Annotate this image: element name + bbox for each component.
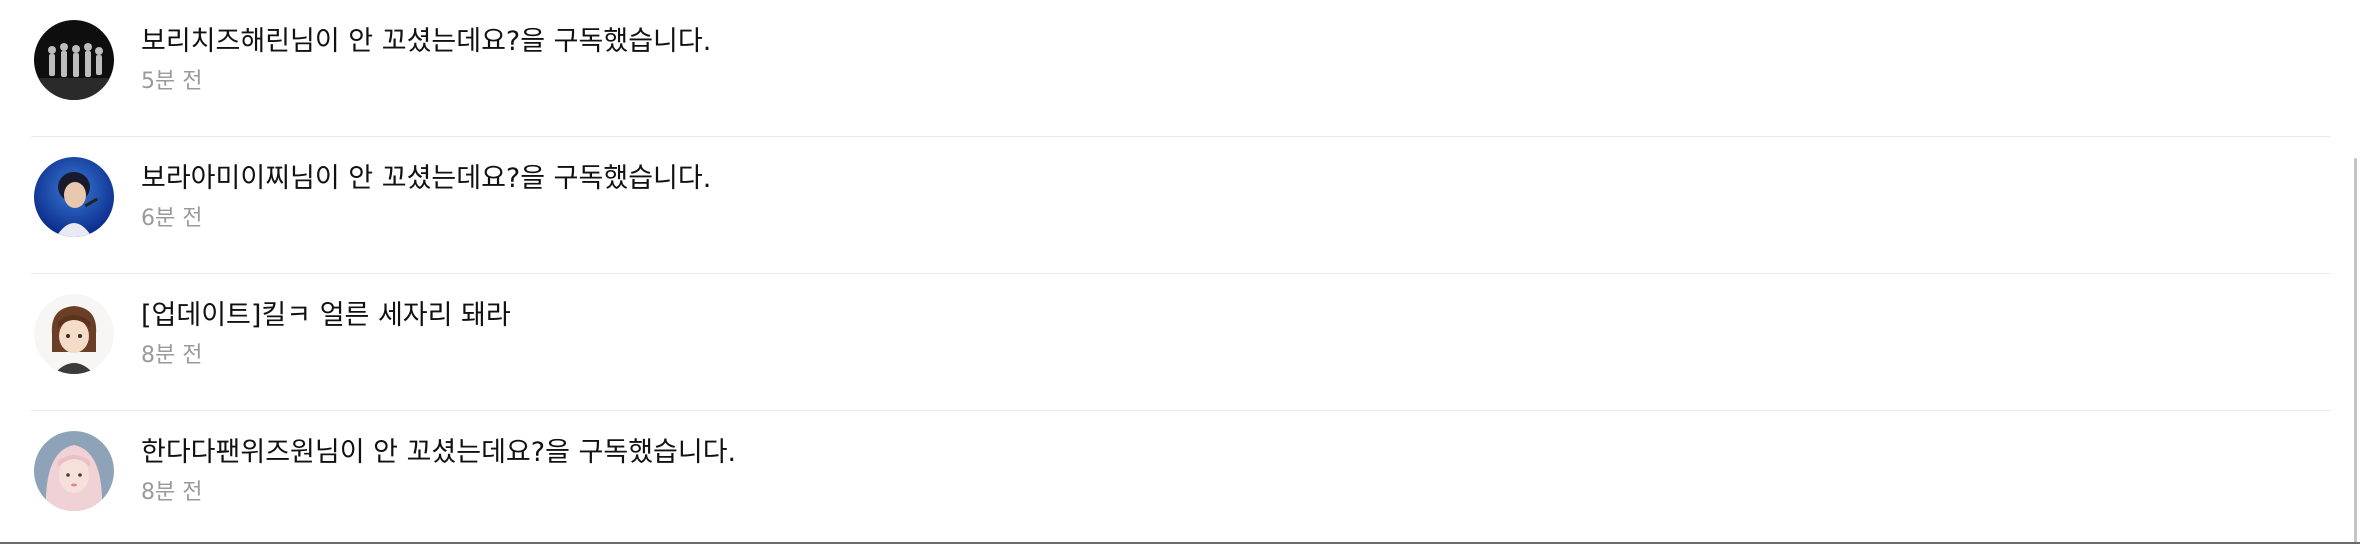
notification-time: 8분 전 bbox=[141, 477, 736, 509]
notification-message: 보리치즈해린님이 안 꼬셨는데요?을 구독했습니다. bbox=[141, 22, 711, 62]
notification-message: 보라아미이찌님이 안 꼬셨는데요?을 구독했습니다. bbox=[141, 159, 711, 199]
notification-message: 한다다팬위즈원님이 안 꼬셨는데요?을 구독했습니다. bbox=[141, 433, 736, 473]
group-photo-avatar[interactable] bbox=[34, 20, 114, 100]
notification-item[interactable]: 보리치즈해린님이 안 꼬셨는데요?을 구독했습니다. 5분 전 bbox=[31, 0, 2331, 137]
notification-message: [업데이트]킬ㅋ 얼른 세자리 돼라 bbox=[141, 296, 511, 336]
notification-time: 6분 전 bbox=[141, 203, 711, 235]
illustration-avatar[interactable] bbox=[34, 294, 114, 374]
notification-list: 보리치즈해린님이 안 꼬셨는데요?을 구독했습니다. 5분 전 보라아미 bbox=[31, 0, 2331, 548]
portrait-photo-avatar[interactable] bbox=[34, 431, 114, 511]
notification-time: 5분 전 bbox=[141, 66, 711, 98]
notification-time: 8분 전 bbox=[141, 340, 511, 372]
singer-photo-avatar[interactable] bbox=[34, 157, 114, 237]
notification-item[interactable]: [업데이트]킬ㅋ 얼른 세자리 돼라 8분 전 bbox=[31, 274, 2331, 411]
notification-item[interactable]: 한다다팬위즈원님이 안 꼬셨는데요?을 구독했습니다. 8분 전 bbox=[31, 411, 2331, 548]
scrollbar[interactable] bbox=[2350, 0, 2360, 544]
scrollbar-thumb[interactable] bbox=[2354, 158, 2357, 544]
notification-item[interactable]: 보라아미이찌님이 안 꼬셨는데요?을 구독했습니다. 6분 전 bbox=[31, 137, 2331, 274]
